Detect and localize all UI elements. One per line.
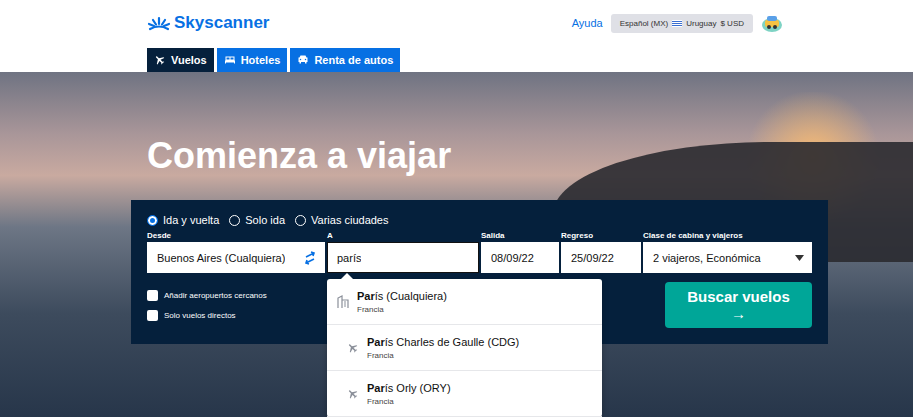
hero-photo: Comienza a viajar Ida y vuelta Solo ida … xyxy=(0,72,913,417)
field-input[interactable]: parís xyxy=(327,242,479,273)
search-options: Añadir aeropuertos cercanos Solo vuelos … xyxy=(147,290,267,321)
suggestion-name: París Orly (ORY) xyxy=(367,382,451,394)
trip-type-label: Varias ciudades xyxy=(311,214,388,226)
tab[interactable]: Renta de autos xyxy=(290,48,400,72)
menu-notch xyxy=(341,273,353,279)
trip-type[interactable]: Varias ciudades xyxy=(295,214,388,226)
checkbox-icon xyxy=(147,290,158,301)
option[interactable]: Añadir aeropuertos cercanos xyxy=(147,290,267,301)
header: Skyscanner Ayuda Español (MX) Uruguay $ … xyxy=(0,0,913,72)
swap-icon[interactable] xyxy=(303,251,317,265)
trip-types: Ida y vuelta Solo ida Varias ciudades xyxy=(147,214,812,226)
trip-type[interactable]: Ida y vuelta xyxy=(147,214,219,226)
page: Skyscanner Ayuda Español (MX) Uruguay $ … xyxy=(0,0,913,417)
tab[interactable]: Vuelos xyxy=(147,48,214,72)
suggestion-text: París (Cualquiera) Francia xyxy=(357,290,447,314)
field: Clase de cabina y viajeros 2 viajeros, E… xyxy=(643,231,812,273)
field-label: Salida xyxy=(481,231,559,240)
field: Salida 08/09/22 xyxy=(481,231,559,273)
suggestion-country: Francia xyxy=(367,351,519,360)
tab-label: Vuelos xyxy=(171,54,207,66)
plane-icon xyxy=(154,54,166,66)
trip-type-label: Ida y vuelta xyxy=(163,214,219,226)
bed-icon xyxy=(224,54,236,66)
search-fields: Desde Buenos Aires (Cualquiera) A parís … xyxy=(147,231,812,273)
city-icon xyxy=(337,295,349,309)
language: Español (MX) xyxy=(620,19,668,28)
field-value: 08/09/22 xyxy=(491,252,534,264)
profile-icon[interactable] xyxy=(761,13,783,33)
plane-icon xyxy=(347,388,359,400)
suggestion-text: París Charles de Gaulle (CDG) Francia xyxy=(367,336,519,360)
field-input[interactable]: 2 viajeros, Económica xyxy=(643,242,812,273)
trip-type-label: Solo ida xyxy=(245,214,285,226)
logo-text: Skyscanner xyxy=(174,13,269,33)
field-label: A xyxy=(327,231,479,240)
field-value: 2 viajeros, Económica xyxy=(653,252,761,264)
field-label: Regreso xyxy=(561,231,641,240)
suggestion[interactable]: París (Cualquiera) Francia xyxy=(327,279,602,325)
suggestion-text: París Orly (ORY) Francia xyxy=(367,382,451,406)
field-value: Buenos Aires (Cualquiera) xyxy=(157,252,285,264)
suggestion-name: París Charles de Gaulle (CDG) xyxy=(367,336,519,348)
logo[interactable]: Skyscanner xyxy=(147,13,269,33)
tab[interactable]: Hoteles xyxy=(217,48,288,72)
trip-type[interactable]: Solo ida xyxy=(229,214,285,226)
uruguay-flag-icon xyxy=(672,20,682,27)
option[interactable]: Solo vuelos directos xyxy=(147,310,267,321)
country: Uruguay xyxy=(686,19,716,28)
suggestion-country: Francia xyxy=(367,397,451,406)
hero-title: Comienza a viajar xyxy=(147,134,913,178)
field-input[interactable]: 25/09/22 xyxy=(561,242,641,273)
tabs: Vuelos Hoteles Renta de autos xyxy=(147,48,913,72)
search-panel: Ida y vuelta Solo ida Varias ciudades De… xyxy=(131,200,828,344)
tab-label: Hoteles xyxy=(241,54,281,66)
locale-button[interactable]: Español (MX) Uruguay $ USD xyxy=(611,14,753,33)
plane-icon xyxy=(347,342,359,354)
radio-icon xyxy=(229,215,240,226)
help-link[interactable]: Ayuda xyxy=(572,17,603,29)
field: Regreso 25/09/22 xyxy=(561,231,641,273)
top-row: Skyscanner Ayuda Español (MX) Uruguay $ … xyxy=(147,13,783,33)
suggestion-country: Francia xyxy=(357,305,447,314)
radio-icon xyxy=(295,215,306,226)
checkbox-icon xyxy=(147,310,158,321)
caret-icon xyxy=(795,255,804,261)
suggestions-menu: París (Cualquiera) Francia París Charles… xyxy=(327,279,602,417)
header-actions: Ayuda Español (MX) Uruguay $ USD xyxy=(572,13,783,33)
suggestion-name: París (Cualquiera) xyxy=(357,290,447,302)
search-button[interactable]: Buscar vuelos → xyxy=(665,282,812,328)
field: A parís París (Cualquiera) Francia París… xyxy=(327,231,479,273)
field-label: Clase de cabina y viajeros xyxy=(643,231,812,240)
field-label: Desde xyxy=(147,231,325,240)
option-label: Solo vuelos directos xyxy=(164,311,236,320)
field: Desde Buenos Aires (Cualquiera) xyxy=(147,231,325,273)
tab-label: Renta de autos xyxy=(314,54,393,66)
field-input[interactable]: Buenos Aires (Cualquiera) xyxy=(147,242,325,273)
field-value: 25/09/22 xyxy=(571,252,614,264)
field-value: parís xyxy=(337,252,361,264)
hero-content: Comienza a viajar xyxy=(0,72,913,178)
currency: $ USD xyxy=(720,19,744,28)
field-input[interactable]: 08/09/22 xyxy=(481,242,559,273)
option-label: Añadir aeropuertos cercanos xyxy=(164,291,267,300)
suggestion[interactable]: París Charles de Gaulle (CDG) Francia xyxy=(327,325,602,371)
radio-icon xyxy=(147,215,158,226)
car-icon xyxy=(297,54,309,66)
suggestion[interactable]: París Orly (ORY) Francia xyxy=(327,371,602,417)
sunburst-icon xyxy=(147,16,171,31)
